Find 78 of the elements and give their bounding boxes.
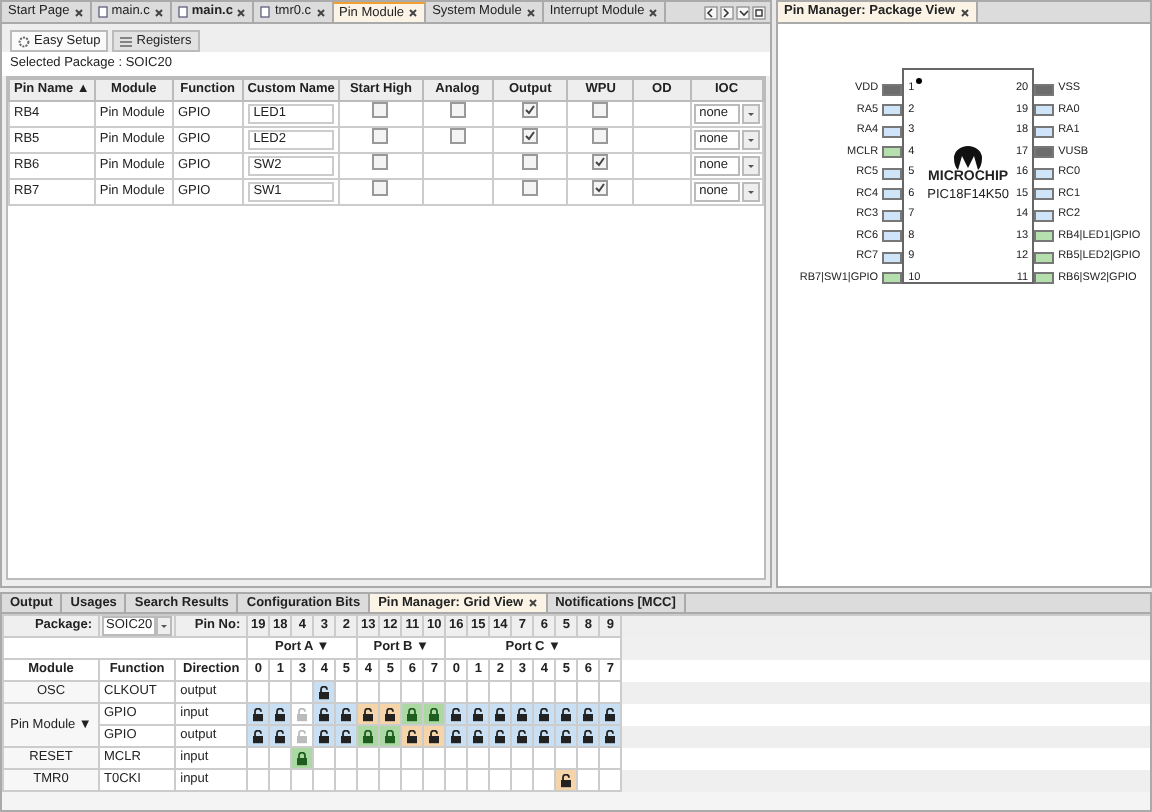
pin[interactable] <box>1034 209 1055 221</box>
unlocked-padlock-icon[interactable] <box>582 729 595 743</box>
maximize-icon[interactable] <box>752 5 766 19</box>
close-icon[interactable] <box>959 7 969 17</box>
scroll-left-icon[interactable] <box>704 5 718 19</box>
unlocked-padlock-icon[interactable] <box>472 707 485 721</box>
close-icon[interactable] <box>525 7 536 17</box>
pin[interactable] <box>882 125 903 137</box>
unlocked-padlock-icon[interactable] <box>252 707 265 721</box>
pin[interactable] <box>882 209 903 221</box>
pin[interactable] <box>1034 251 1055 263</box>
pin[interactable] <box>1034 83 1055 95</box>
pin[interactable] <box>1034 188 1055 200</box>
close-icon[interactable] <box>527 598 538 608</box>
unlocked-padlock-icon[interactable] <box>318 685 331 699</box>
pin[interactable] <box>882 188 903 200</box>
close-icon[interactable] <box>236 7 247 17</box>
unlocked-padlock-icon[interactable] <box>604 729 617 743</box>
close-icon[interactable] <box>153 7 164 17</box>
close-icon[interactable] <box>408 8 419 18</box>
dropdown-icon[interactable] <box>736 5 750 19</box>
scroll-right-icon[interactable] <box>720 5 734 19</box>
locked-padlock-icon[interactable] <box>362 729 375 743</box>
close-icon[interactable] <box>648 7 659 17</box>
unlocked-padlock-icon[interactable] <box>560 773 573 787</box>
unlocked-padlock-icon[interactable] <box>318 729 331 743</box>
file-icon <box>177 6 188 18</box>
unlocked-padlock-icon[interactable] <box>516 729 529 743</box>
unlocked-padlock-icon[interactable] <box>494 707 507 721</box>
unlocked-padlock-icon[interactable] <box>604 707 617 721</box>
locked-padlock-icon[interactable] <box>384 729 397 743</box>
unlocked-padlock-icon[interactable] <box>318 707 331 721</box>
file-icon <box>97 6 108 18</box>
checkbox[interactable] <box>522 102 539 119</box>
unlocked-padlock-icon[interactable] <box>340 707 353 721</box>
unlocked-padlock-icon[interactable] <box>450 729 463 743</box>
checkbox[interactable] <box>522 128 539 145</box>
close-icon[interactable] <box>73 7 84 17</box>
pin[interactable] <box>882 167 903 179</box>
unlocked-padlock-icon[interactable] <box>472 729 485 743</box>
locked-padlock-icon[interactable] <box>296 751 309 765</box>
unlocked-padlock-icon[interactable] <box>406 729 419 743</box>
unlocked-padlock-icon[interactable] <box>538 707 551 721</box>
unlocked-padlock-icon[interactable] <box>274 707 287 721</box>
unlocked-padlock-icon[interactable] <box>494 729 507 743</box>
locked-padlock-icon[interactable] <box>428 707 441 721</box>
pin[interactable] <box>1034 146 1055 158</box>
unlocked-padlock-icon[interactable] <box>340 729 353 743</box>
list-icon <box>120 35 133 47</box>
checkbox[interactable] <box>592 154 609 171</box>
pin[interactable] <box>882 146 903 158</box>
unlocked-padlock-icon[interactable] <box>450 707 463 721</box>
pin[interactable] <box>882 230 903 242</box>
unlocked-padlock-icon[interactable] <box>274 729 287 743</box>
pin[interactable] <box>1034 104 1055 116</box>
unlocked-padlock-icon[interactable] <box>516 707 529 721</box>
pin[interactable] <box>1034 272 1055 284</box>
unlocked-padlock-icon[interactable] <box>560 729 573 743</box>
unlocked-padlock-icon[interactable] <box>384 707 397 721</box>
locked-padlock-icon[interactable] <box>406 707 419 721</box>
settings-icon <box>18 35 30 47</box>
pin[interactable] <box>882 272 903 284</box>
unlocked-padlock-icon[interactable] <box>428 729 441 743</box>
checkbox[interactable] <box>592 180 609 197</box>
unlocked-padlock-icon[interactable] <box>538 729 551 743</box>
pin[interactable] <box>882 251 903 263</box>
unlocked-padlock-icon[interactable] <box>362 707 375 721</box>
pin[interactable] <box>1034 167 1055 179</box>
close-icon[interactable] <box>315 7 326 17</box>
pin[interactable] <box>882 83 903 95</box>
pin[interactable] <box>1034 230 1055 242</box>
logo-icon <box>954 146 983 171</box>
unlocked-padlock-icon[interactable] <box>560 707 573 721</box>
pin[interactable] <box>1034 125 1055 137</box>
file-icon <box>260 6 271 18</box>
unlocked-padlock-icon[interactable] <box>582 707 595 721</box>
pin[interactable] <box>882 104 903 116</box>
unlocked-padlock-icon[interactable] <box>252 729 265 743</box>
